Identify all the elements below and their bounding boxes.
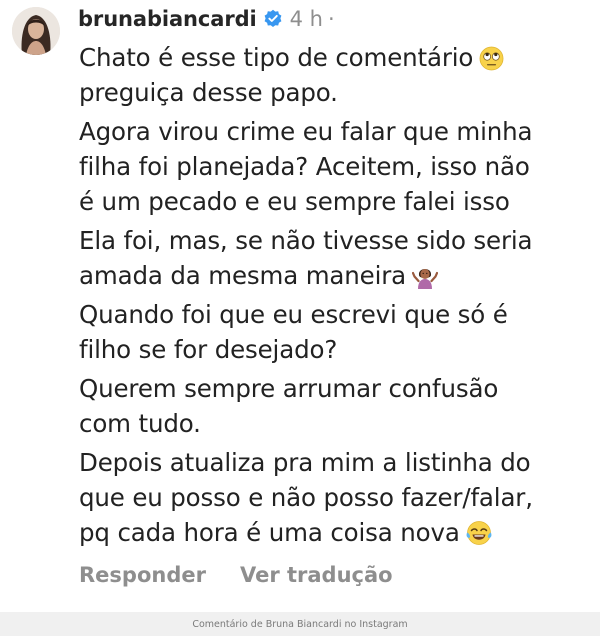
timestamp: 4 h [289, 7, 323, 31]
text-line: que eu posso e não posso fazer/falar, [79, 483, 533, 512]
face-with-tears-of-joy-icon [466, 520, 492, 546]
comment-body: Chato é esse tipo de comentário preguiça… [79, 40, 594, 554]
text-line-content: Chato é esse tipo de comentário [79, 43, 474, 72]
comment-header: brunabiancardi 4 h · [78, 2, 335, 36]
text-line: filho se for desejado? [79, 335, 338, 364]
avatar[interactable] [12, 7, 60, 55]
separator-dot: · [327, 7, 335, 31]
paragraph: Chato é esse tipo de comentário preguiça… [79, 40, 594, 110]
text-line-content: amada da mesma maneira [79, 261, 407, 290]
text-line: Depois atualiza pra mim a listinha do [79, 448, 531, 477]
see-translation-button[interactable]: Ver tradução [240, 563, 393, 587]
text-line: é um pecado e eu sempre falei isso [79, 187, 510, 216]
verified-badge-icon [263, 9, 283, 29]
face-with-rolling-eyes-icon [479, 46, 504, 71]
text-line: preguiça desse papo. [79, 78, 338, 107]
text-line: pq cada hora é uma coisa nova [79, 515, 594, 550]
paragraph: Depois atualiza pra mim a listinha do qu… [79, 445, 594, 550]
text-line: filha foi planejada? Aceitem, isso não [79, 152, 530, 181]
text-line: Agora virou crime eu falar que minha [79, 117, 533, 146]
comment-card: brunabiancardi 4 h · Chato é esse tipo d… [0, 0, 600, 612]
reply-button[interactable]: Responder [79, 563, 206, 587]
text-line: amada da mesma maneira [79, 258, 594, 293]
text-line: Querem sempre arrumar confusão [79, 374, 499, 403]
paragraph: Quando foi que eu escrevi que só é filho… [79, 297, 594, 367]
paragraph: Agora virou crime eu falar que minha fil… [79, 114, 594, 219]
text-line-content: pq cada hora é uma coisa nova [79, 518, 460, 547]
comment-actions: Responder Ver tradução [79, 558, 393, 592]
paragraph: Ela foi, mas, se não tivesse sido seria … [79, 223, 594, 293]
caption-bar: Comentário de Bruna Biancardi no Instagr… [0, 612, 600, 636]
paragraph: Querem sempre arrumar confusão com tudo. [79, 371, 594, 441]
avatar-photo [12, 7, 60, 55]
text-line: Chato é esse tipo de comentário [79, 40, 594, 75]
image-caption: Comentário de Bruna Biancardi no Instagr… [192, 618, 408, 630]
text-line: Quando foi que eu escrevi que só é [79, 300, 508, 329]
text-line: com tudo. [79, 409, 201, 438]
username[interactable]: brunabiancardi [78, 7, 257, 31]
text-line: Ela foi, mas, se não tivesse sido seria [79, 226, 533, 255]
person-shrugging-icon [412, 263, 439, 289]
